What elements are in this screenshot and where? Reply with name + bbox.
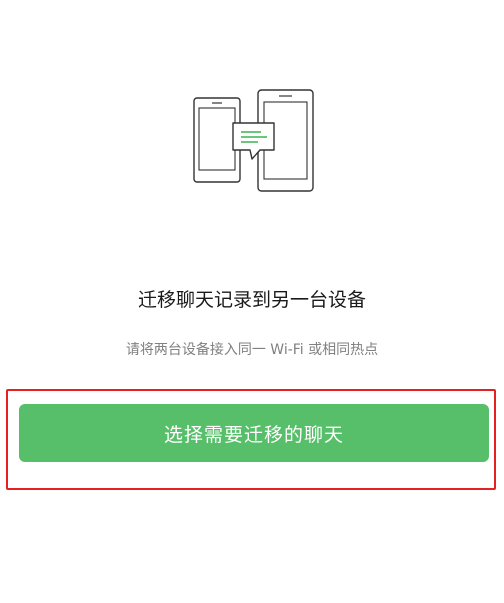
page-title: 迁移聊天记录到另一台设备 — [137, 289, 366, 311]
select-chats-button[interactable]: 选择需要迁移的聊天 — [19, 404, 489, 462]
subtitle-instruction: 请将两台设备接入同一 Wi-Fi 或相同热点 — [125, 342, 379, 358]
phone-transfer-icon — [188, 88, 318, 196]
select-chats-button-label: 选择需要迁移的聊天 — [163, 423, 344, 446]
